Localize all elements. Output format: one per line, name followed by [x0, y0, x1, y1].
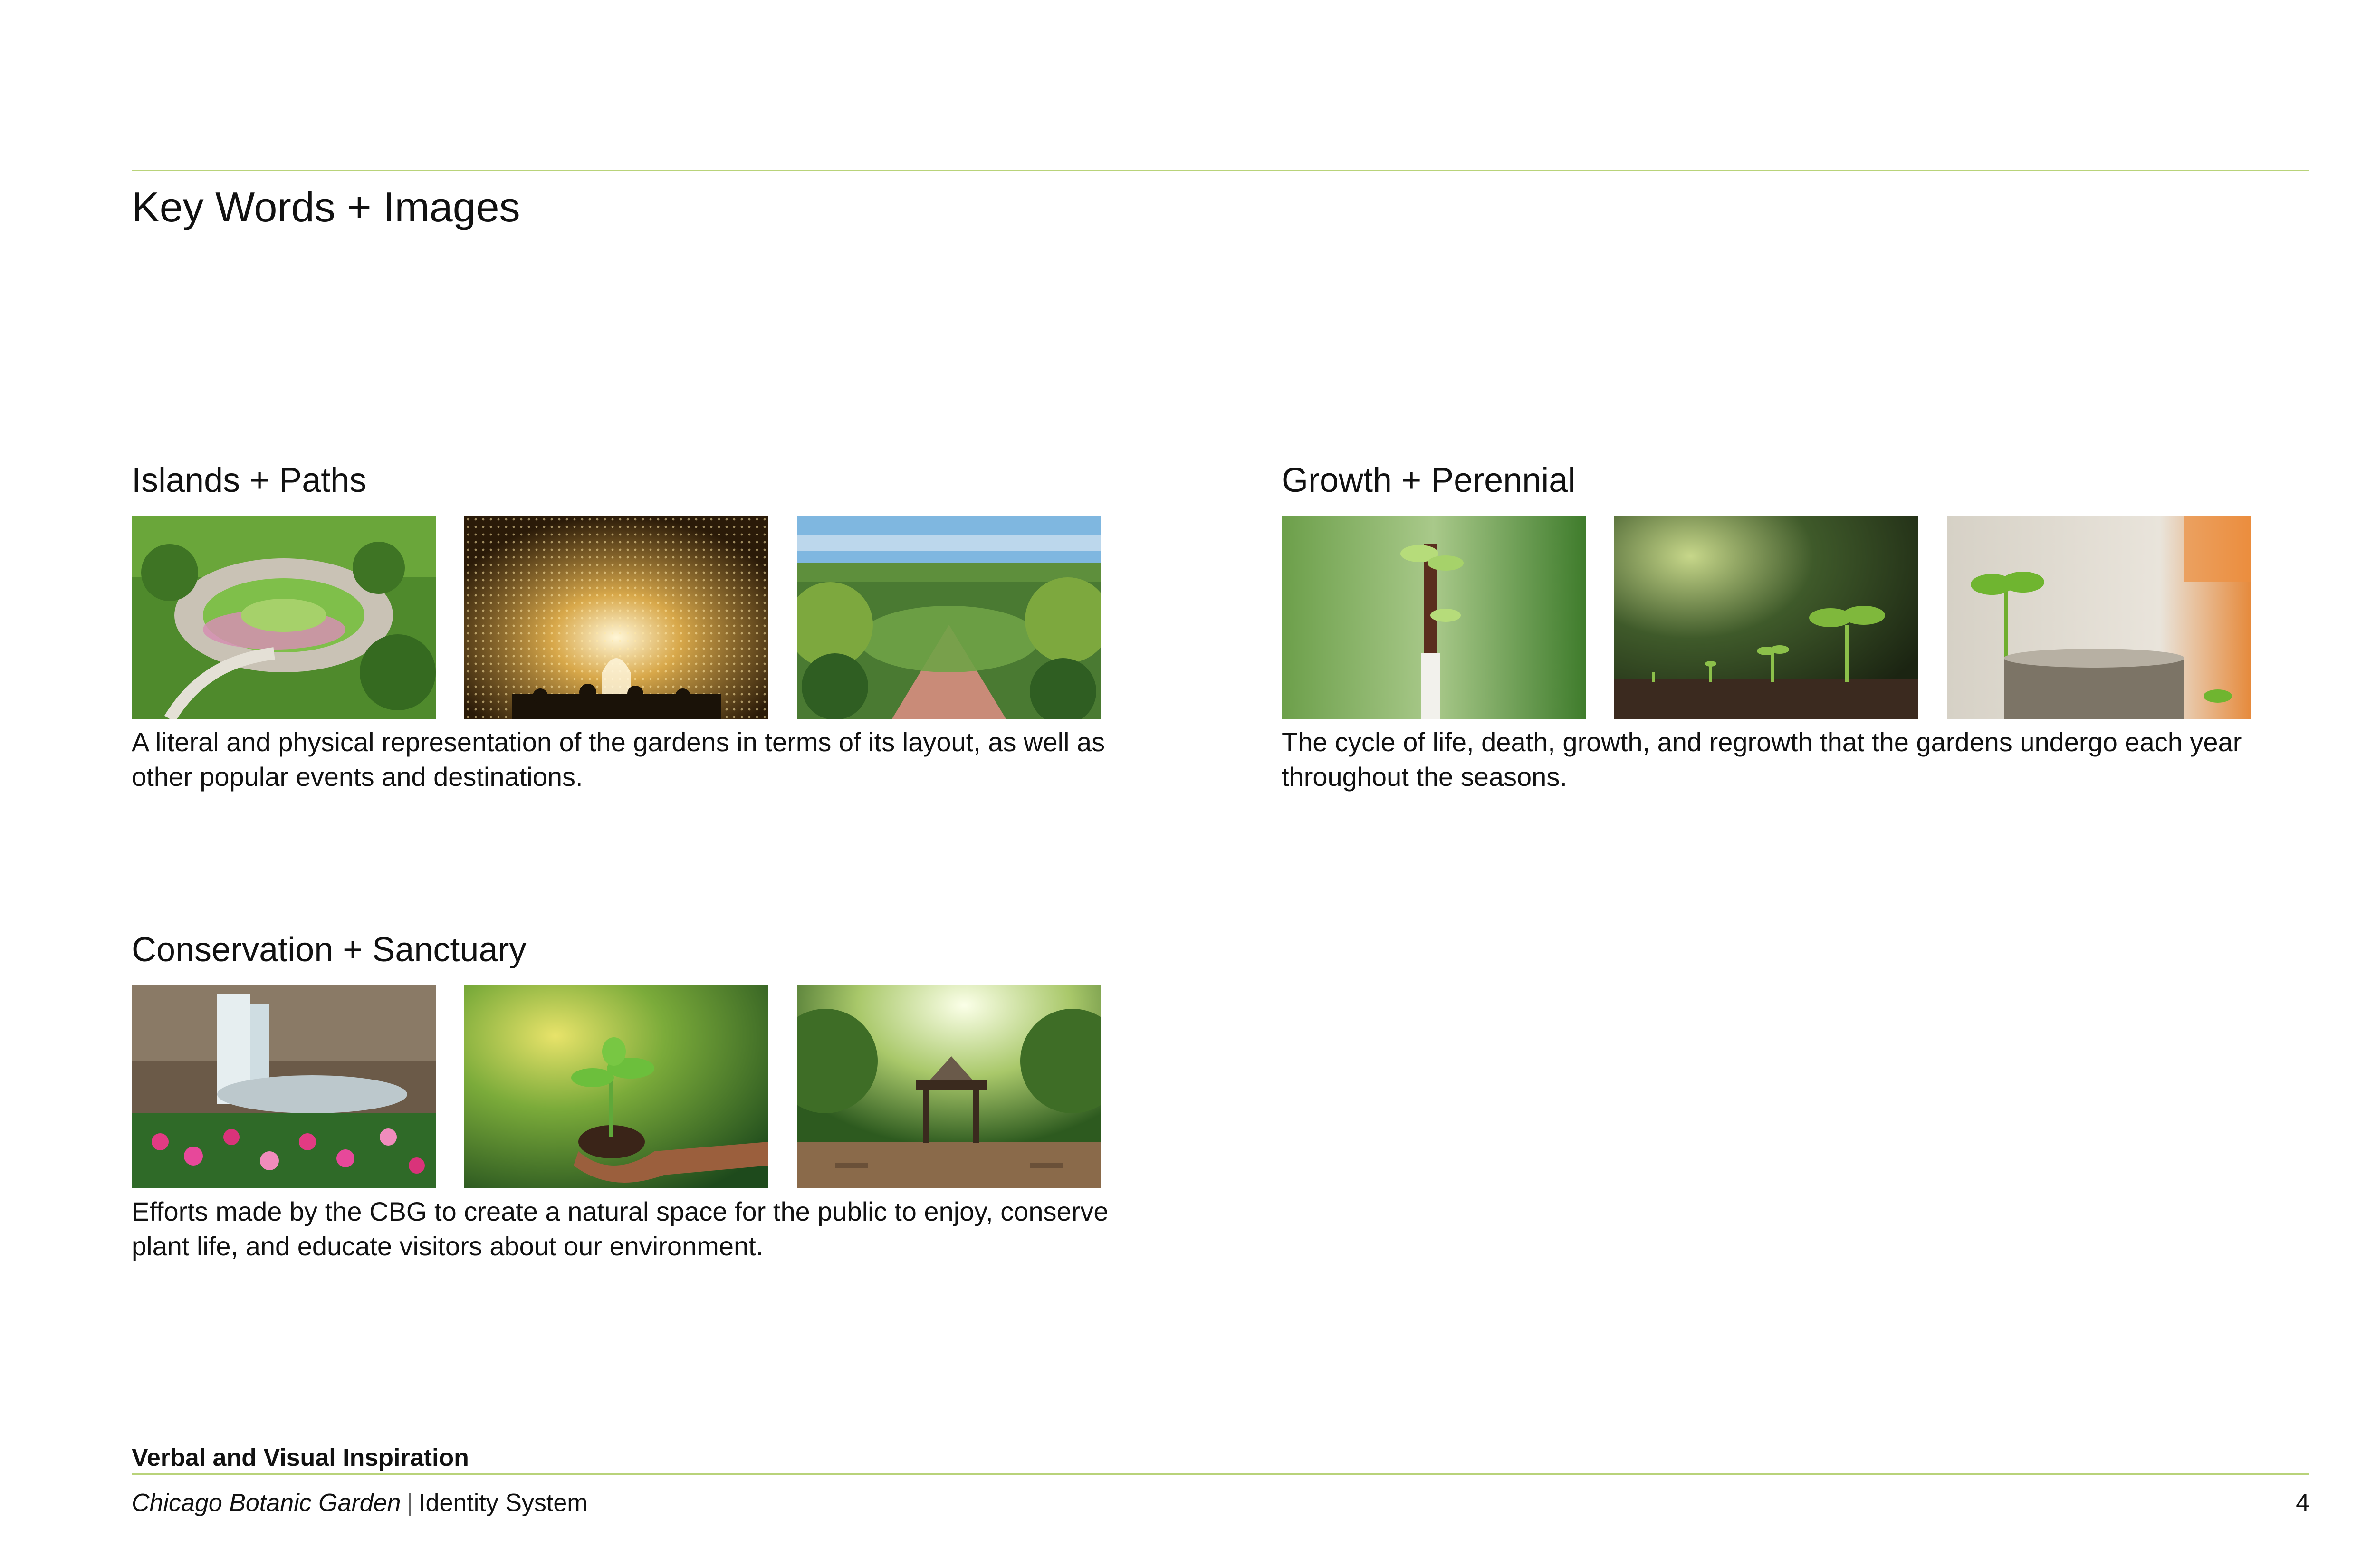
seedlings-image — [1614, 516, 1918, 719]
section-description: Efforts made by the CBG to create a natu… — [132, 1196, 1109, 1261]
section-heading: Islands + Paths — [132, 461, 367, 499]
image-row — [132, 985, 1101, 1188]
footer-doc-info: Chicago Botanic Garden | Identity System — [132, 1489, 588, 1517]
section-growth-perennial: Growth + Perennial The cycle of life, de… — [1282, 461, 2251, 792]
footer-document-name: Identity System — [419, 1489, 588, 1517]
page-number: 4 — [2296, 1489, 2309, 1517]
section-islands-paths: Islands + Paths A literal and physical r… — [132, 461, 1105, 792]
section-heading: Conservation + Sanctuary — [132, 931, 527, 969]
bottom-divider — [132, 1473, 2309, 1475]
garden-aerial-image — [132, 516, 436, 719]
top-divider — [132, 170, 2309, 171]
footer-section-name: Verbal and Visual Inspiration — [132, 1444, 469, 1472]
footer-organization: Chicago Botanic Garden — [132, 1489, 401, 1517]
section-conservation-sanctuary: Conservation + Sanctuary Efforts made by… — [132, 931, 1108, 1261]
footer-separator: | — [406, 1489, 413, 1517]
section-heading: Growth + Perennial — [1282, 461, 1576, 499]
stump-sprout-image — [1947, 516, 2251, 719]
section-description: A literal and physical representation of… — [132, 727, 1105, 792]
image-row — [132, 516, 1101, 719]
section-description: The cycle of life, death, growth, and re… — [1282, 727, 2242, 792]
page-title: Key Words + Images — [132, 183, 520, 230]
light-tunnel-image — [464, 516, 768, 719]
formal-garden-image — [797, 516, 1101, 719]
image-row — [1282, 516, 2251, 719]
waterfall-flowers-image — [132, 985, 436, 1188]
branch-bud-image — [1282, 516, 1586, 719]
pavilion-forest-image — [797, 985, 1101, 1188]
hands-seedling-image — [464, 985, 768, 1188]
